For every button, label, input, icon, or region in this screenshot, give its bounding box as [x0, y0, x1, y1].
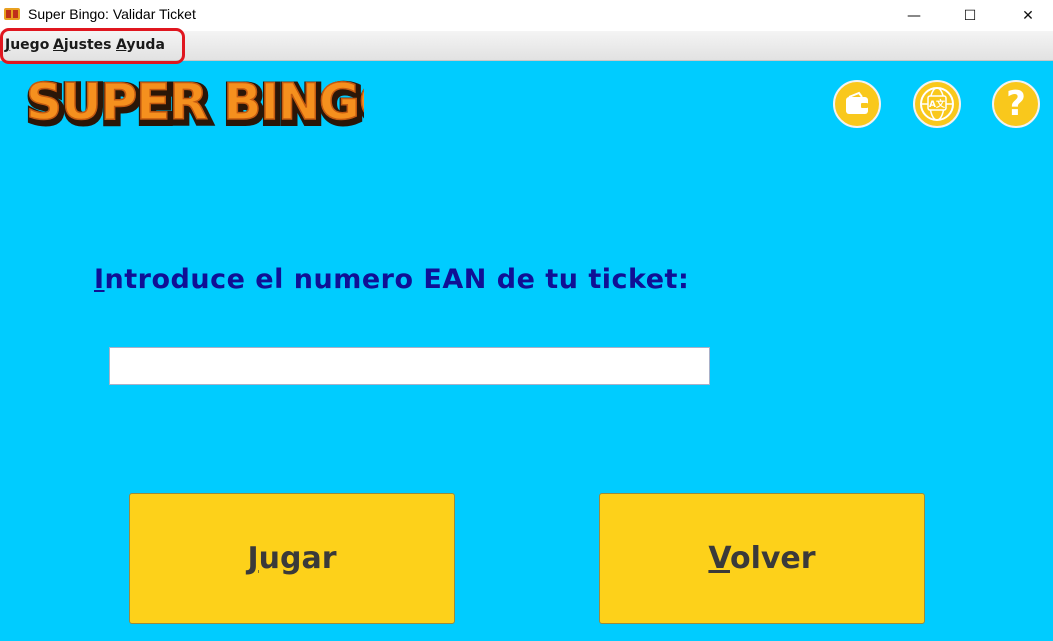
- ean-prompt-label: Introduce el numero EAN de tu ticket:: [94, 264, 690, 295]
- close-button[interactable]: ✕: [1005, 0, 1051, 31]
- svg-text:A文: A文: [929, 98, 946, 110]
- menu-highlight-annotation: [0, 28, 185, 64]
- back-button[interactable]: Volver: [599, 493, 925, 624]
- app-icon: [4, 8, 20, 20]
- language-button[interactable]: A文: [913, 80, 961, 128]
- super-bingo-logo: SUPER BINGO SUPER BINGO: [24, 74, 364, 134]
- play-button[interactable]: Jugar: [129, 493, 455, 624]
- title-bar: Super Bingo: Validar Ticket — ☐ ✕: [0, 0, 1053, 31]
- minimize-button[interactable]: —: [891, 0, 937, 31]
- back-button-label: Volver: [708, 541, 816, 576]
- help-icon: ?: [1006, 84, 1026, 124]
- maximize-icon: ☐: [963, 7, 977, 24]
- minimize-icon: —: [907, 7, 921, 24]
- window-title: Super Bingo: Validar Ticket: [28, 6, 196, 22]
- globe-translate-icon: A文: [920, 87, 954, 121]
- ean-input[interactable]: [109, 347, 710, 385]
- close-icon: ✕: [1022, 7, 1034, 24]
- play-button-label: Jugar: [247, 541, 337, 576]
- svg-text:SUPER BINGO: SUPER BINGO: [26, 74, 364, 131]
- wallet-button[interactable]: [833, 80, 881, 128]
- wallet-icon: [846, 91, 868, 114]
- maximize-button[interactable]: ☐: [947, 0, 993, 31]
- help-button[interactable]: ?: [992, 80, 1040, 128]
